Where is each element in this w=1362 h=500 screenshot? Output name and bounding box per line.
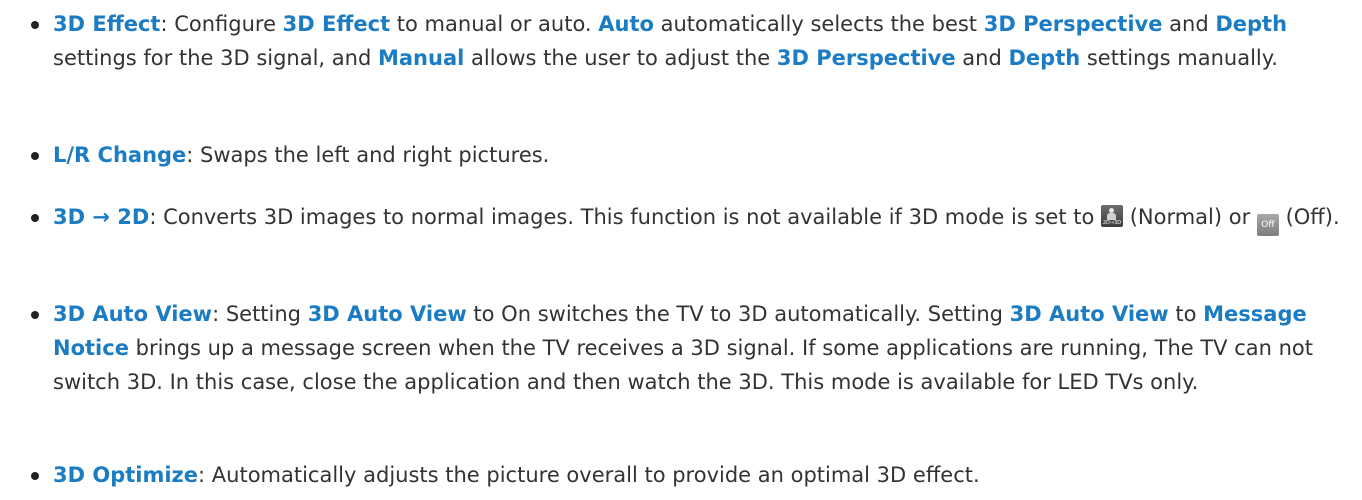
off-mode-icon: Off [1256,214,1279,236]
description-text: and [1162,12,1216,36]
description-text: brings up a message screen when the TV r… [53,336,1314,394]
description-text: automatically selects the best [653,12,984,36]
setting-term: 3D Auto View [53,302,213,326]
setting-term: 3D Optimize [53,463,199,487]
setting-term: Depth [1008,46,1081,70]
list-item: 3D Effect: Configure 3D Effect to manual… [0,7,1362,75]
list-item: 3D Auto View: Setting 3D Auto View to On… [0,297,1362,399]
description-text: : Swaps the left and right pictures. [186,143,550,167]
description-text: to [1168,302,1204,326]
list-item: 3D Optimize: Automatically adjusts the p… [0,458,1362,492]
setting-term: 3D Auto View [1009,302,1169,326]
setting-term: 3D Effect [53,12,161,36]
setting-term: 3D Effect [282,12,391,36]
normal-3d-mode-icon: 2D→3D [1101,205,1124,227]
bullet-dot [31,311,39,319]
bullet-dot [31,152,39,160]
bullet-dot [31,472,39,480]
setting-term: L/R Change [53,143,187,167]
setting-term: 3D Auto View [307,302,467,326]
description-text: allows the user to adjust the [464,46,777,70]
description-text: : Setting [212,302,308,326]
list-item: 3D → 2D: Converts 3D images to normal im… [0,200,1362,236]
description-text: : Automatically adjusts the picture over… [198,463,980,487]
description-text: : Converts 3D images to normal images. T… [149,205,1102,229]
setting-term: Auto [598,12,654,36]
description-text: settings manually. [1080,46,1278,70]
description-text: : Configure [160,12,283,36]
description-text: (Off). [1278,205,1340,229]
setting-term: 3D Perspective [983,12,1163,36]
description-text: and [955,46,1009,70]
setting-term: Manual [377,46,465,70]
list-item: L/R Change: Swaps the left and right pic… [0,138,1362,172]
description-text: to manual or auto. [390,12,599,36]
document-page: 3D Effect: Configure 3D Effect to manual… [0,0,1362,500]
bullet-dot [31,21,39,29]
setting-term: 3D → 2D [53,205,150,229]
description-text: to On switches the TV to 3D automaticall… [466,302,1010,326]
bullet-dot [31,214,39,222]
setting-term: Depth [1215,12,1288,36]
description-text: settings for the 3D signal, and [53,46,378,70]
description-text: (Normal) or [1123,205,1257,229]
setting-term: 3D Perspective [776,46,956,70]
normal-3d-mode-icon-label: 2D→3D [1102,220,1122,226]
